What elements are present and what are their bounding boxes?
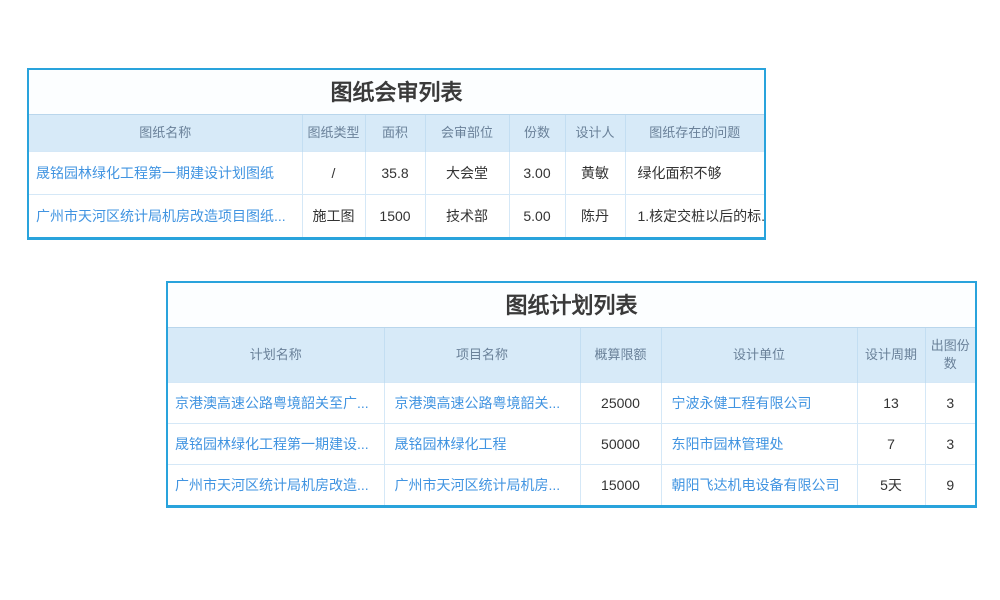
column-header-design-cycle: 设计周期: [857, 328, 925, 383]
header-row: 图纸名称 图纸类型 面积 会审部位 份数 设计人 图纸存在的问题: [29, 115, 764, 152]
design-unit-link[interactable]: 朝阳飞达机电设备有限公司: [661, 465, 857, 506]
table-row: 广州市天河区统计局机房改造项目图纸... 施工图 1500 技术部 5.00 陈…: [29, 195, 764, 238]
review-location-cell: 大会堂: [425, 152, 509, 195]
plan-name-link[interactable]: 晟铭园林绿化工程第一期建设...: [168, 424, 384, 465]
column-header-drawing-name: 图纸名称: [29, 115, 302, 152]
print-copies-cell: 9: [925, 465, 975, 506]
drawing-name-link[interactable]: 广州市天河区统计局机房改造项目图纸...: [29, 195, 302, 238]
plan-name-link[interactable]: 京港澳高速公路粤境韶关至广...: [168, 383, 384, 424]
drawing-review-title: 图纸会审列表: [29, 70, 764, 115]
column-header-drawing-type: 图纸类型: [302, 115, 365, 152]
column-header-review-location: 会审部位: [425, 115, 509, 152]
budget-limit-cell: 15000: [580, 465, 661, 506]
drawing-name-link[interactable]: 晟铭园林绿化工程第一期建设计划图纸: [29, 152, 302, 195]
design-unit-link[interactable]: 东阳市园林管理处: [661, 424, 857, 465]
column-header-copies: 份数: [509, 115, 565, 152]
column-header-design-unit: 设计单位: [661, 328, 857, 383]
column-header-area: 面积: [365, 115, 425, 152]
project-name-link[interactable]: 晟铭园林绿化工程: [384, 424, 580, 465]
budget-limit-cell: 50000: [580, 424, 661, 465]
table-row: 晟铭园林绿化工程第一期建设计划图纸 / 35.8 大会堂 3.00 黄敏 绿化面…: [29, 152, 764, 195]
project-name-link[interactable]: 广州市天河区统计局机房...: [384, 465, 580, 506]
header-row: 计划名称 项目名称 概算限额 设计单位 设计周期 出图份数: [168, 328, 975, 383]
project-name-link[interactable]: 京港澳高速公路粤境韶关...: [384, 383, 580, 424]
drawing-type-cell: 施工图: [302, 195, 365, 238]
column-header-print-copies: 出图份数: [925, 328, 975, 383]
area-cell: 1500: [365, 195, 425, 238]
table-row: 广州市天河区统计局机房改造... 广州市天河区统计局机房... 15000 朝阳…: [168, 465, 975, 506]
copies-cell: 5.00: [509, 195, 565, 238]
column-header-project-name: 项目名称: [384, 328, 580, 383]
column-header-plan-name: 计划名称: [168, 328, 384, 383]
column-header-issues: 图纸存在的问题: [625, 115, 764, 152]
table-row: 京港澳高速公路粤境韶关至广... 京港澳高速公路粤境韶关... 25000 宁波…: [168, 383, 975, 424]
table-row: 晟铭园林绿化工程第一期建设... 晟铭园林绿化工程 50000 东阳市园林管理处…: [168, 424, 975, 465]
review-location-cell: 技术部: [425, 195, 509, 238]
issues-cell: 绿化面积不够: [625, 152, 764, 195]
print-copies-cell: 3: [925, 383, 975, 424]
design-cycle-cell: 7: [857, 424, 925, 465]
design-cycle-cell: 13: [857, 383, 925, 424]
drawing-plan-table: 计划名称 项目名称 概算限额 设计单位 设计周期 出图份数 京港澳高速公路粤境韶…: [168, 328, 975, 505]
issues-cell: 1.核定交桩以后的标...: [625, 195, 764, 238]
drawing-plan-title: 图纸计划列表: [168, 283, 975, 328]
plan-name-link[interactable]: 广州市天河区统计局机房改造...: [168, 465, 384, 506]
design-cycle-cell: 5天: [857, 465, 925, 506]
print-copies-cell: 3: [925, 424, 975, 465]
drawing-plan-panel: 图纸计划列表 计划名称 项目名称 概算限额 设计单位 设计周期 出图份数 京港澳…: [166, 281, 977, 508]
budget-limit-cell: 25000: [580, 383, 661, 424]
designer-cell: 黄敏: [565, 152, 625, 195]
drawing-review-table: 图纸名称 图纸类型 面积 会审部位 份数 设计人 图纸存在的问题 晟铭园林绿化工…: [29, 115, 764, 237]
drawing-review-panel: 图纸会审列表 图纸名称 图纸类型 面积 会审部位 份数 设计人 图纸存在的问题 …: [27, 68, 766, 240]
design-unit-link[interactable]: 宁波永健工程有限公司: [661, 383, 857, 424]
area-cell: 35.8: [365, 152, 425, 195]
column-header-designer: 设计人: [565, 115, 625, 152]
designer-cell: 陈丹: [565, 195, 625, 238]
copies-cell: 3.00: [509, 152, 565, 195]
column-header-budget-limit: 概算限额: [580, 328, 661, 383]
drawing-type-cell: /: [302, 152, 365, 195]
